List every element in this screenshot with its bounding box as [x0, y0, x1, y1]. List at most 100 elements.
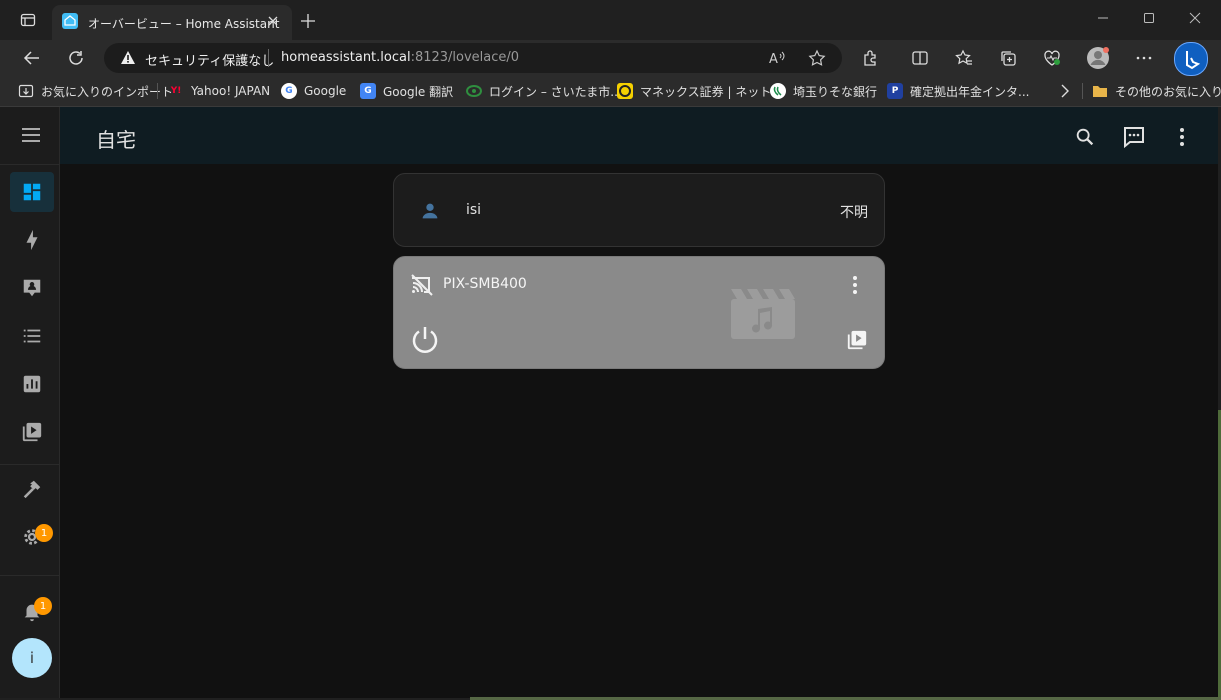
ha-header: 自宅 — [60, 107, 1218, 164]
close-icon[interactable] — [266, 14, 280, 28]
address-toolbar: セキュリティ保護なし homeassistant.local:8123/love… — [0, 40, 1221, 76]
settings-badge: 1 — [35, 524, 53, 542]
yahoo-icon: Y! — [170, 86, 182, 96]
browser-tab-active[interactable]: オーバービュー – Home Assistant — [52, 5, 292, 40]
person-icon — [419, 200, 441, 222]
read-aloud-icon[interactable]: A — [768, 49, 786, 67]
ha-favicon — [62, 13, 78, 29]
bookmark-divider — [157, 83, 158, 99]
split-screen-icon[interactable] — [906, 44, 934, 72]
favorite-star-icon[interactable] — [808, 49, 826, 67]
warning-icon — [120, 50, 136, 66]
lightning-icon — [26, 229, 38, 251]
ha-sidebar: 1 1 i — [0, 107, 60, 698]
profile-icon[interactable] — [1084, 44, 1112, 72]
assist-icon[interactable] — [1122, 125, 1146, 149]
url-text: homeassistant.local:8123/lovelace/0 — [281, 50, 519, 65]
import-icon — [18, 83, 34, 99]
account-box-icon — [23, 279, 41, 297]
url-divider — [268, 49, 269, 67]
bookmark-label: ログイン – さいたま市... — [489, 84, 622, 99]
sidebar-item-map[interactable] — [10, 268, 54, 308]
bookmark-label: Google 翻訳 — [383, 84, 454, 99]
person-card[interactable]: isi 不明 — [393, 173, 885, 247]
person-state: 不明 — [840, 205, 868, 221]
new-tab-icon[interactable] — [300, 13, 316, 29]
page-title: 自宅 — [96, 128, 136, 152]
menu-icon[interactable] — [20, 125, 42, 145]
bookmark-label: お気に入りのインポート — [41, 84, 174, 99]
media-placeholder-icon — [731, 287, 795, 339]
bookmark-saitama[interactable]: ログイン – さいたま市... — [466, 76, 622, 106]
tab-title: オーバービュー – Home Assistant — [88, 17, 280, 31]
saitama-icon — [466, 83, 482, 99]
media-player-name: PIX-SMB400 — [443, 276, 527, 292]
bookmark-pension[interactable]: P 確定拠出年金インタ... — [887, 76, 1029, 106]
sidebar-item-logbook[interactable] — [10, 316, 54, 356]
bookmark-yahoo[interactable]: Y! Yahoo! JAPAN — [168, 76, 270, 106]
sidebar-item-overview[interactable] — [10, 172, 54, 212]
bing-icon[interactable] — [1174, 42, 1208, 76]
bookmark-label: 確定拠出年金インタ... — [910, 84, 1030, 99]
browser-essentials-icon[interactable] — [1038, 44, 1066, 72]
bookmark-resona[interactable]: 埼玉りそな銀行 — [770, 76, 877, 106]
home-assistant-app: 1 1 i 自宅 isi 不明 PIX-SMB400 — [0, 107, 1218, 698]
pension-icon: P — [887, 83, 903, 99]
bookmark-google-translate[interactable]: G Google 翻訳 — [360, 76, 453, 106]
list-icon — [23, 329, 41, 343]
url-path: :8123/lovelace/0 — [410, 50, 520, 65]
media-control-card[interactable]: PIX-SMB400 — [393, 256, 885, 369]
sidebar-item-developer-tools[interactable] — [10, 469, 54, 509]
folder-icon — [1092, 83, 1108, 99]
monex-icon — [617, 83, 633, 99]
favorites-icon[interactable] — [950, 44, 978, 72]
bookmark-label: その他のお気に入り — [1115, 84, 1221, 99]
user-avatar[interactable]: i — [12, 638, 52, 678]
security-label: セキュリティ保護なし — [145, 54, 275, 69]
bookmark-monex[interactable]: マネックス証券 | ネット... — [617, 76, 783, 106]
back-icon[interactable] — [18, 44, 46, 72]
bookmark-label: Google — [304, 84, 347, 98]
notifications-badge: 1 — [34, 597, 52, 615]
play-box-multiple-icon — [22, 422, 42, 442]
sidebar-top — [0, 107, 59, 165]
bookmarks-overflow-chevron-icon[interactable] — [1058, 83, 1072, 99]
sidebar-item-media[interactable] — [10, 412, 54, 452]
person-name: isi — [466, 202, 482, 218]
url-field[interactable]: セキュリティ保護なし homeassistant.local:8123/love… — [104, 43, 842, 73]
dashboard-icon — [23, 183, 41, 201]
reload-icon[interactable] — [62, 44, 90, 72]
hammer-icon — [23, 480, 41, 499]
cast-off-icon — [410, 273, 434, 297]
svg-text:A: A — [769, 52, 778, 67]
media-more-icon[interactable] — [846, 275, 864, 295]
extensions-icon[interactable] — [856, 44, 884, 72]
collections-icon[interactable] — [994, 44, 1022, 72]
url-host: homeassistant.local — [281, 50, 411, 65]
search-icon[interactable] — [1074, 126, 1096, 148]
tab-actions-icon[interactable] — [14, 6, 42, 34]
maximize-icon[interactable] — [1126, 0, 1172, 36]
google-icon: G — [281, 83, 297, 99]
power-icon[interactable] — [410, 324, 440, 354]
more-vertical-icon[interactable] — [1172, 125, 1192, 149]
sidebar-divider — [0, 575, 59, 576]
bookmarks-bar: お気に入りのインポート Y! Yahoo! JAPAN G Google G G… — [0, 76, 1221, 107]
bookmark-import[interactable]: お気に入りのインポート — [18, 76, 173, 106]
minimize-icon[interactable] — [1080, 0, 1126, 36]
bookmark-label: マネックス証券 | ネット... — [640, 84, 783, 99]
bookmark-google[interactable]: G Google — [281, 76, 346, 106]
window-close-icon[interactable] — [1172, 0, 1218, 36]
media-browse-icon[interactable] — [846, 329, 868, 351]
bookmark-label: 埼玉りそな銀行 — [793, 84, 878, 99]
browser-title-bar: オーバービュー – Home Assistant — [0, 0, 1221, 40]
sidebar-item-energy[interactable] — [10, 220, 54, 260]
bookmark-label: Yahoo! JAPAN — [191, 84, 271, 98]
more-icon[interactable] — [1130, 44, 1158, 72]
bookmark-divider — [1082, 83, 1083, 99]
bookmark-other-favorites[interactable]: その他のお気に入り — [1092, 76, 1221, 106]
sidebar-item-history[interactable] — [10, 364, 54, 404]
chart-box-icon — [23, 375, 41, 393]
sidebar-divider — [0, 464, 59, 465]
resona-icon — [770, 83, 786, 99]
